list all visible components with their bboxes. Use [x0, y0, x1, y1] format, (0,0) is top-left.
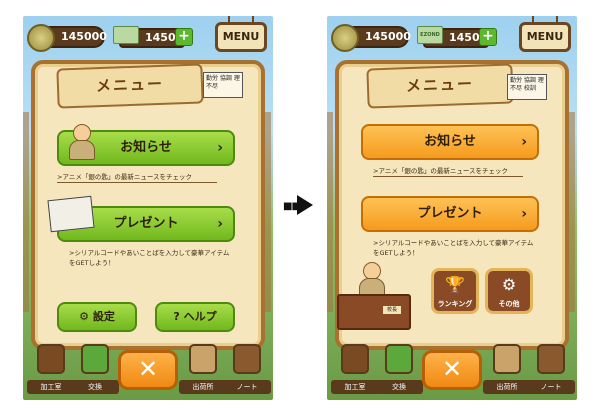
nav-label: 加工室 [27, 380, 75, 394]
barrel-icon [37, 344, 65, 374]
notebook-icon [233, 344, 261, 374]
chevron-right-icon: › [521, 134, 527, 150]
motto-note: 勤労 協調 理不尽 校訓 [507, 74, 547, 100]
menu-button[interactable]: MENU [519, 16, 571, 52]
present-caption[interactable]: >シリアルコードやあいことばを入力して豪華アイテムをGETしよう！ [373, 238, 539, 258]
add-cash-button[interactable]: + [175, 28, 193, 46]
nav-label: 加工室 [331, 380, 379, 394]
top-bar: 145000 1450 + MENU [23, 16, 273, 60]
chevron-right-icon: › [217, 140, 223, 156]
menu-panel: メニュー 勤労 協調 理不尽 お知らせ › >アニメ「銀の匙」の最新ニュースをチ… [31, 60, 265, 350]
cash-counter: 1450 + [113, 26, 193, 48]
present-caption[interactable]: >シリアルコードやあいことばを入力して豪華アイテムをGETしよう！ [69, 248, 235, 268]
add-cash-button[interactable]: + [479, 28, 497, 46]
news-button-label: お知らせ [424, 134, 476, 149]
coin-value: 145000 [365, 30, 411, 43]
help-button[interactable]: ? ヘルプ [155, 302, 235, 332]
other-label: その他 [498, 300, 520, 308]
character-avatar [65, 122, 99, 160]
chevron-right-icon: › [521, 206, 527, 222]
settings-label: 設定 [92, 310, 115, 323]
coin-counter: 145000 [27, 24, 107, 52]
gear-icon: ⚙ [501, 275, 517, 294]
present-button[interactable]: プレゼント › [361, 196, 539, 232]
cash-value: 1450 [449, 31, 480, 44]
nav-exchange[interactable]: 交換 [71, 344, 119, 394]
nav-exchange[interactable]: 交換 [375, 344, 423, 394]
box-icon [189, 344, 217, 374]
box-icon [493, 344, 521, 374]
cash-icon: EZOND [417, 26, 443, 44]
nav-label: 出荷所 [483, 380, 531, 394]
motto-note: 勤労 協調 理不尽 [203, 72, 243, 98]
vegetables-icon [81, 344, 109, 374]
cash-icon [113, 26, 139, 44]
gear-icon: ⚙ [79, 310, 93, 323]
present-button-label: プレゼント [417, 206, 483, 221]
screen-before: 145000 1450 + MENU メニュー 勤労 協調 理不尽 お知らせ ›… [23, 16, 273, 400]
top-bar: 145000 EZOND 1450 + MENU [327, 16, 577, 60]
nav-shipping[interactable]: 出荷所 [179, 344, 227, 394]
panel-title: メニュー [366, 63, 514, 109]
trophy-icon: 🏆 [445, 275, 465, 294]
notebook-icon [537, 344, 565, 374]
coin-value: 145000 [61, 30, 107, 43]
nav-label: 交換 [375, 380, 423, 394]
nav-label: ノート [223, 380, 271, 394]
news-button-label: お知らせ [120, 140, 172, 155]
settings-button[interactable]: ⚙ 設定 [57, 302, 137, 332]
nav-processing[interactable]: 加工室 [27, 344, 75, 394]
nav-notebook[interactable]: ノート [527, 344, 575, 394]
bottom-nav: 加工室 交換 ✕ 出荷所 ノート [23, 340, 273, 400]
cash-value: 1450 [145, 31, 176, 44]
ranking-label: ランキング [437, 300, 473, 308]
principal-desk: 校長 [337, 256, 415, 336]
coin-counter: 145000 [331, 24, 411, 52]
close-button[interactable]: ✕ [422, 350, 482, 390]
news-button[interactable]: お知らせ › [361, 124, 539, 160]
nav-label: 出荷所 [179, 380, 227, 394]
nav-processing[interactable]: 加工室 [331, 344, 379, 394]
panel-title: メニュー [56, 63, 204, 109]
help-label: ヘルプ [183, 310, 217, 323]
cash-counter: EZOND 1450 + [417, 26, 497, 48]
news-caption[interactable]: >アニメ「銀の匙」の最新ニュースをチェック [373, 166, 523, 177]
ranking-button[interactable]: 🏆 ランキング [431, 268, 479, 314]
coin-icon [331, 24, 359, 52]
present-button-label: プレゼント [113, 216, 179, 231]
nav-label: ノート [527, 380, 575, 394]
menu-button[interactable]: MENU [215, 16, 267, 52]
newspaper-icon [47, 195, 95, 233]
principal-character [355, 260, 389, 298]
nav-notebook[interactable]: ノート [223, 344, 271, 394]
chevron-right-icon: › [217, 216, 223, 232]
coin-icon [27, 24, 55, 52]
nav-shipping[interactable]: 出荷所 [483, 344, 531, 394]
nav-label: 交換 [71, 380, 119, 394]
news-caption[interactable]: >アニメ「銀の匙」の最新ニュースをチェック [57, 172, 217, 183]
question-icon: ? [173, 310, 184, 323]
close-button[interactable]: ✕ [118, 350, 178, 390]
transition-arrow: ■■ [283, 195, 317, 215]
other-button[interactable]: ⚙ その他 [485, 268, 533, 314]
vegetables-icon [385, 344, 413, 374]
bottom-nav: 加工室 交換 ✕ 出荷所 ノート [327, 340, 577, 400]
nameplate: 校長 [383, 306, 401, 314]
screen-after: 145000 EZOND 1450 + MENU メニュー 勤労 協調 理不尽 … [327, 16, 577, 400]
barrel-icon [341, 344, 369, 374]
